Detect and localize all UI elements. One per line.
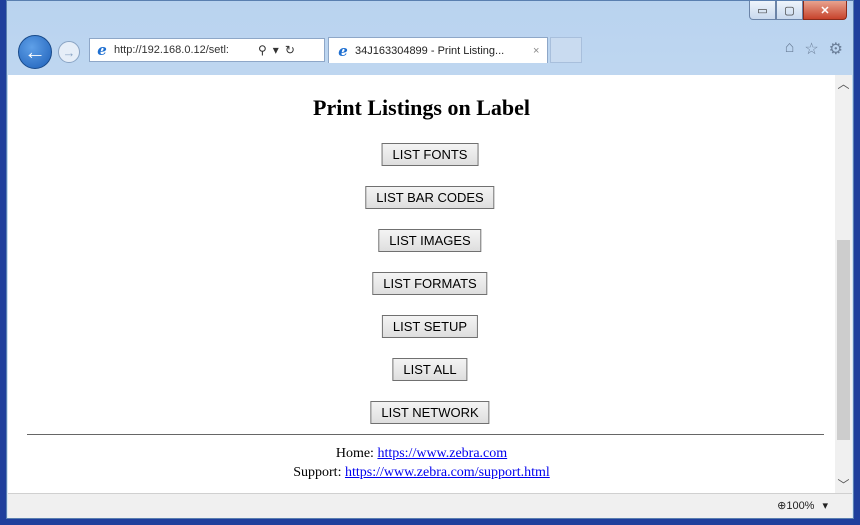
home-link[interactable]: https://www.zebra.com [377,446,507,461]
address-bar[interactable]: e http://192.168.0.12/setl: ⚲ ▾ ↻ [89,38,325,62]
address-url[interactable]: http://192.168.0.12/setl: [114,44,254,56]
zoom-icon: ⊕ [777,500,787,512]
page-content: Print Listings on Label LIST FONTS LIST … [8,75,835,493]
list-fonts-button[interactable]: LIST FONTS [381,143,479,166]
vertical-scrollbar[interactable]: ︿ ﹀ [835,75,852,493]
new-tab-button[interactable] [550,37,582,63]
scroll-up-icon[interactable]: ︿ [835,75,852,92]
ie-page-icon: e [97,41,107,59]
window-controls: ▭ ▢ ✕ [749,1,847,21]
list-setup-button[interactable]: LIST SETUP [381,315,479,338]
back-button[interactable]: ← [18,35,52,69]
list-network-button[interactable]: LIST NETWORK [370,401,490,424]
browser-right-icons: ⌂ ☆ ⚙ [785,39,843,59]
dropdown-icon[interactable]: ▾ [273,43,279,57]
list-bar-codes-button[interactable]: LIST BAR CODES [365,186,495,209]
chevron-down-icon[interactable]: ▾ [822,499,828,512]
refresh-icon[interactable]: ↻ [285,43,295,57]
tab-title: 34J163304899 - Print Listing... [355,44,505,57]
footer: Home: https://www.zebra.com Support: htt… [8,444,835,482]
status-bar: ⊕100% ▾ [8,493,852,518]
back-icon: ← [24,39,46,64]
divider [27,434,824,435]
scrollbar-thumb[interactable] [837,240,850,440]
list-formats-button[interactable]: LIST FORMATS [372,272,488,295]
tab-close-icon[interactable]: × [533,45,547,57]
browser-window: ▭ ▢ ✕ ← → e http://192.168.0.12/setl: ⚲ … [6,0,854,519]
home-label: Home: [335,446,374,461]
support-link[interactable]: https://www.zebra.com/support.html [345,465,550,480]
tab-active[interactable]: e 34J163304899 - Print Listing... × [328,37,548,63]
browser-toolbar: ← → e http://192.168.0.12/setl: ⚲ ▾ ↻ e … [7,31,853,75]
favorites-icon[interactable]: ☆ [804,39,818,59]
home-icon[interactable]: ⌂ [785,39,795,59]
maximize-button[interactable]: ▢ [776,1,803,20]
search-icon[interactable]: ⚲ [258,43,267,57]
list-images-button[interactable]: LIST IMAGES [378,229,482,252]
page-title: Print Listings on Label [313,95,530,120]
minimize-button[interactable]: ▭ [749,1,776,20]
forward-button[interactable]: → [58,41,80,63]
ie-tab-icon: e [338,41,348,60]
close-button[interactable]: ✕ [803,1,847,20]
list-all-button[interactable]: LIST ALL [392,358,468,381]
settings-icon[interactable]: ⚙ [829,39,843,59]
support-label: Support: [293,465,342,480]
scroll-down-icon[interactable]: ﹀ [835,476,852,493]
zoom-control[interactable]: ⊕100% ▾ [777,499,828,512]
zoom-level: 100% [786,500,815,512]
forward-icon: → [62,44,76,60]
